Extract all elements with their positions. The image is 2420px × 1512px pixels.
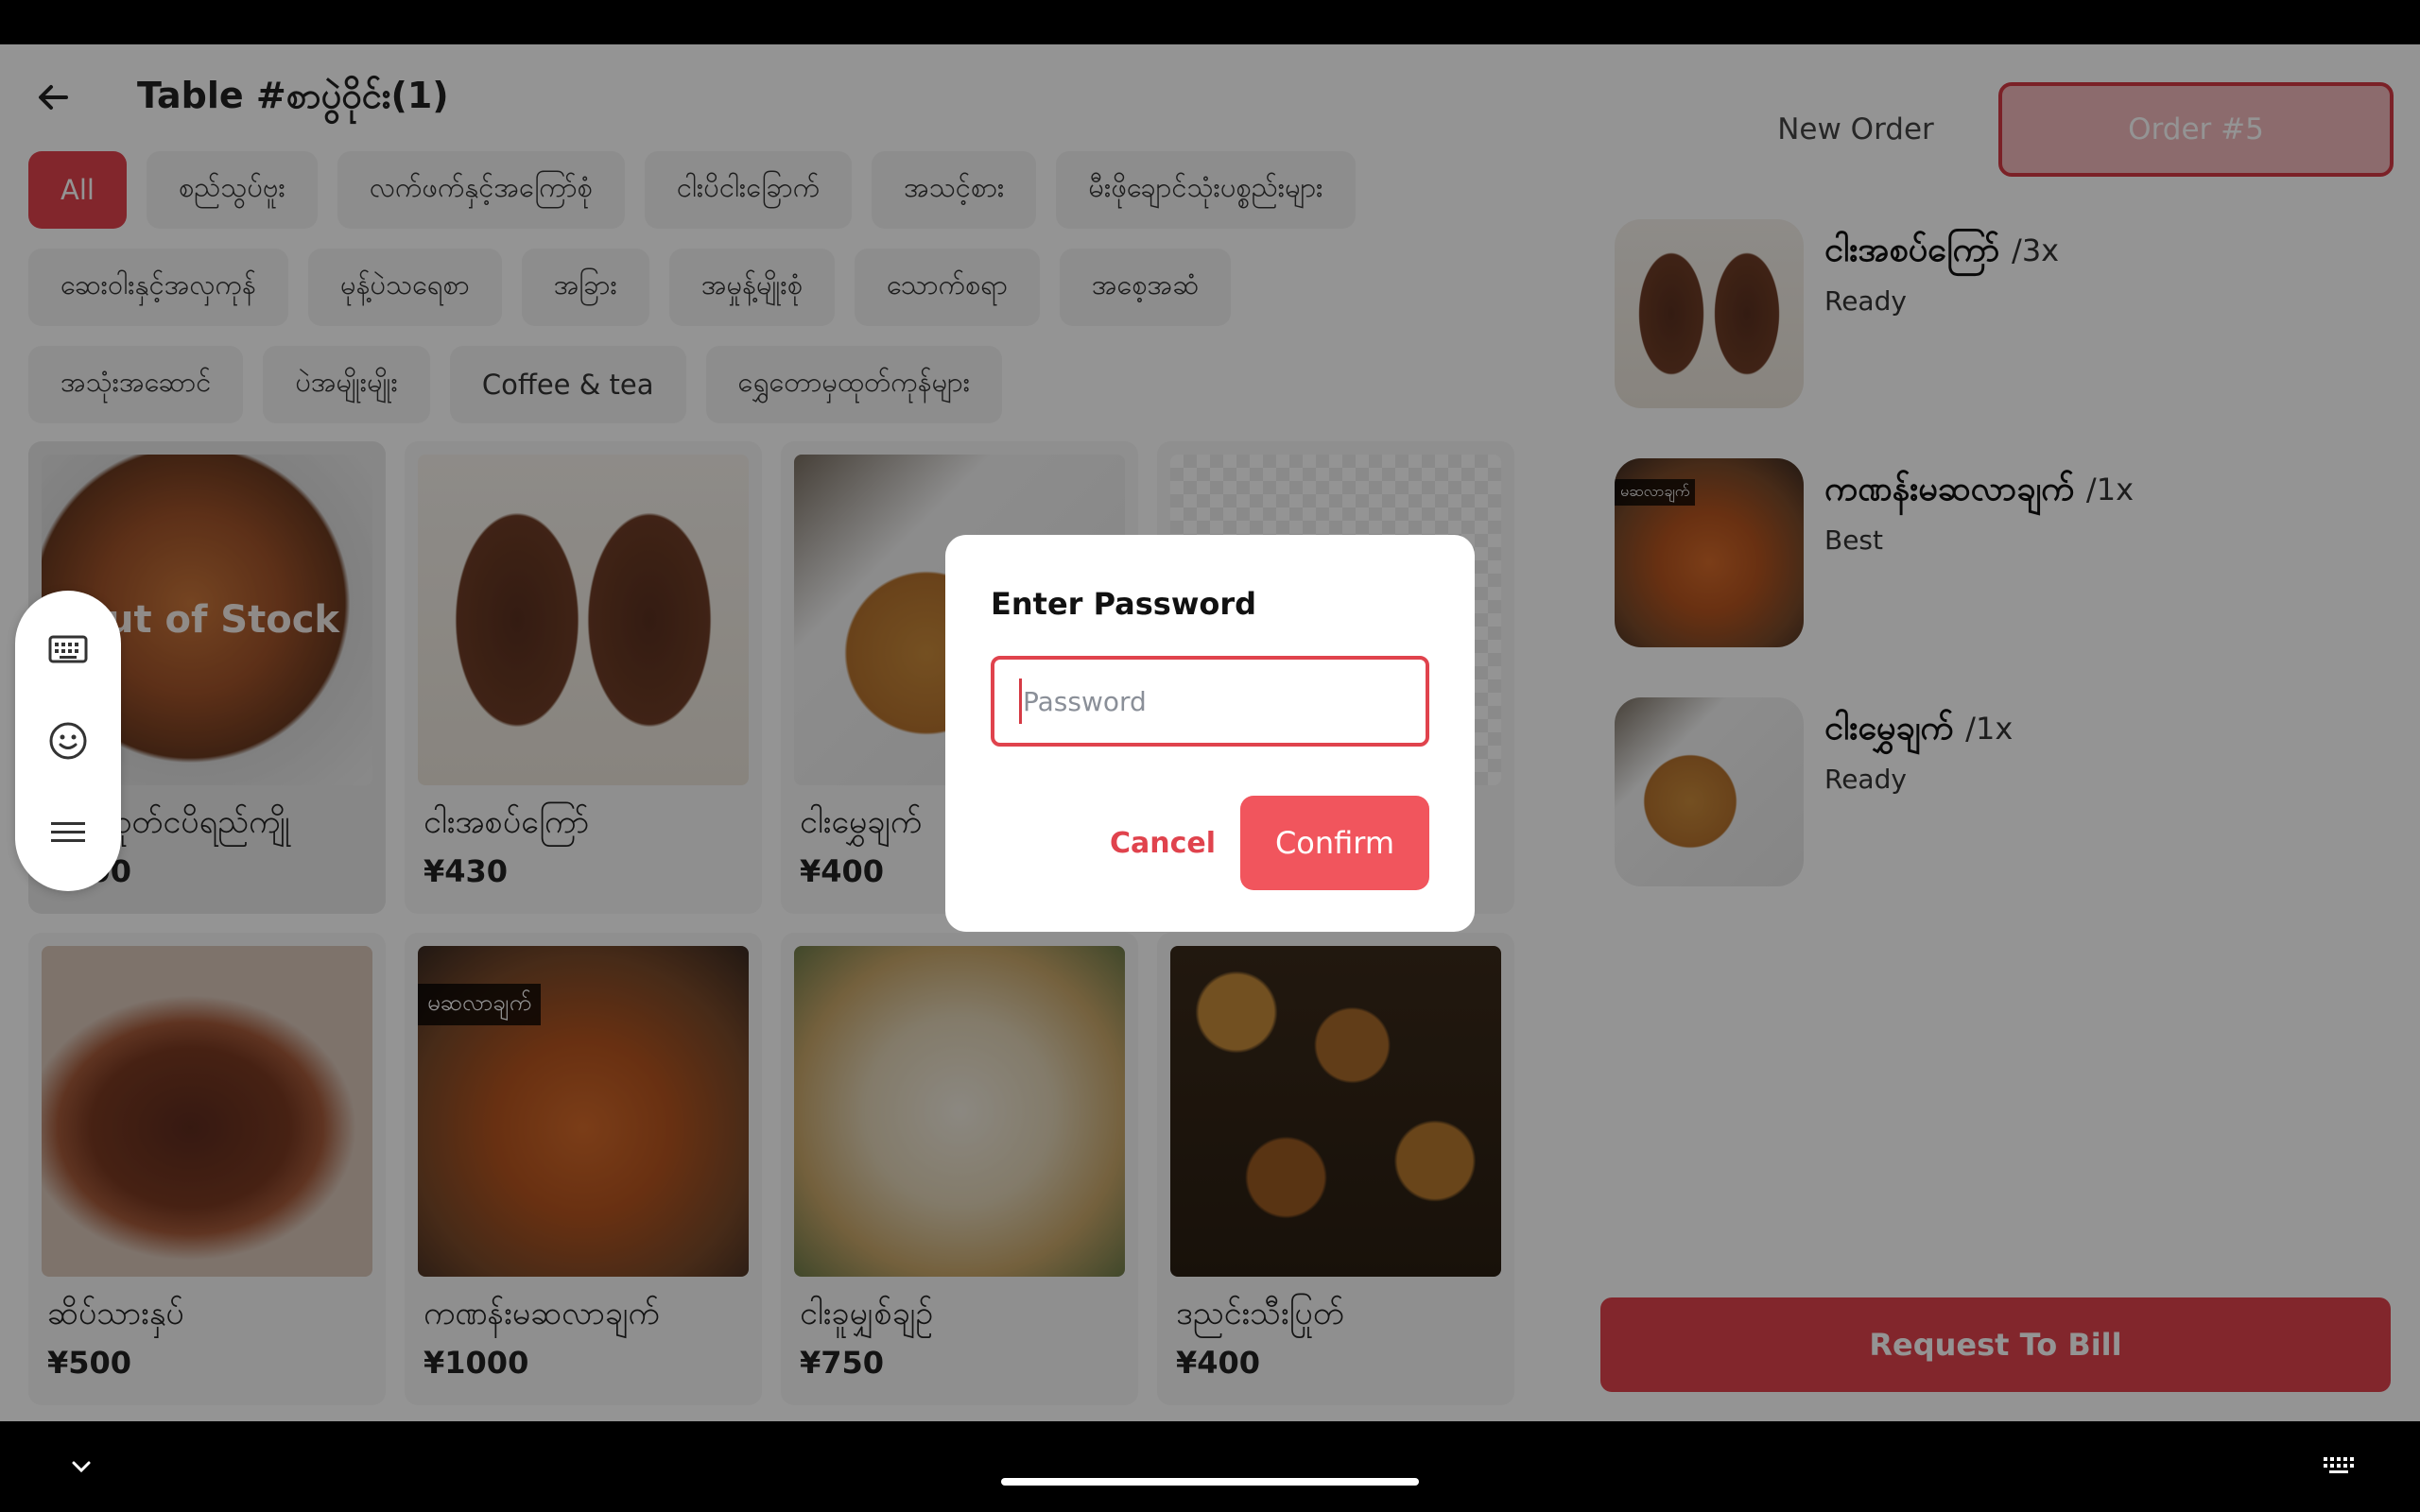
keyboard-button[interactable] [40, 621, 96, 678]
password-dialog: Enter Password Cancel Confirm [945, 535, 1475, 932]
floating-toolbar [15, 591, 121, 891]
system-nav-bar [0, 1421, 2420, 1512]
menu-icon [51, 822, 85, 842]
chevron-down-icon[interactable] [64, 1450, 98, 1484]
password-input[interactable] [991, 656, 1429, 747]
emoji-button[interactable] [40, 713, 96, 769]
emoji-icon [49, 722, 87, 760]
keyboard-icon [48, 635, 88, 663]
cancel-button[interactable]: Cancel [1097, 796, 1229, 890]
text-cursor [1019, 679, 1022, 724]
confirm-button[interactable]: Confirm [1240, 796, 1429, 890]
status-bar [0, 0, 2420, 44]
dialog-title: Enter Password [991, 586, 1257, 622]
app: Table #စာပွဲဝိုင်း(1) All စည်သွပ်ဗူး လက်… [0, 44, 2420, 1421]
keyboard-icon[interactable] [2320, 1450, 2358, 1484]
menu-button[interactable] [40, 804, 96, 861]
home-indicator[interactable] [1001, 1478, 1419, 1486]
